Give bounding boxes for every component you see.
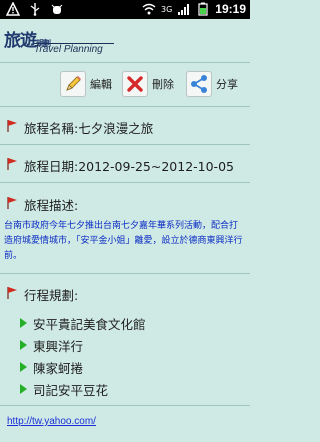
trip-name: 旅程名稱:七夕浪漫之旅: [24, 121, 154, 136]
battery-icon: [198, 2, 208, 16]
debug-icon: [51, 4, 63, 14]
flag-icon: [7, 120, 17, 132]
app-header: 旅遊規劃 Travel Planning: [0, 19, 250, 63]
flag-icon: [7, 197, 17, 209]
clock: 19:19: [215, 2, 246, 16]
edit-label: 編輯: [90, 78, 112, 91]
bullet-triangle-icon: [20, 340, 27, 350]
trip-description-section: 旅程描述: 台南市政府今年七夕推出台南七夕嘉年華系列活動，配合打造府城愛情城市，…: [0, 183, 250, 274]
trip-date: 旅程日期:2012-09-25~2012-10-05: [24, 159, 234, 174]
plan-item-label: 司記安平豆花: [33, 382, 109, 398]
status-left-icons: [6, 2, 64, 16]
status-right-icons: 3G 19:19: [142, 2, 246, 16]
trip-plan-section: 行程規劃: 安平貴記美食文化館 東興洋行 陳家蚵捲 司記安平豆花: [0, 274, 250, 406]
logo-title-big: 旅遊: [4, 31, 37, 51]
status-bar: 3G 19:19: [0, 0, 250, 19]
signal-icon: [178, 4, 190, 15]
trip-date-section: 旅程日期:2012-09-25~2012-10-05: [0, 145, 250, 183]
plan-item[interactable]: 司記安平豆花: [20, 378, 146, 400]
bullet-triangle-icon: [20, 318, 27, 328]
plan-item-label: 陳家蚵捲: [33, 360, 84, 376]
delete-button[interactable]: 刪除: [122, 69, 174, 99]
edit-button[interactable]: 編輯: [60, 69, 112, 99]
trip-name-section: 旅程名稱:七夕浪漫之旅: [0, 107, 250, 145]
trip-description-label: 旅程描述:: [24, 198, 79, 213]
bullet-triangle-icon: [20, 362, 27, 372]
plan-list: 安平貴記美食文化館 東興洋行 陳家蚵捲 司記安平豆花: [20, 312, 146, 400]
plan-item[interactable]: 陳家蚵捲: [20, 356, 146, 378]
plan-item-label: 安平貴記美食文化館: [33, 316, 146, 332]
pencil-icon: [60, 71, 86, 97]
footer-link[interactable]: http://tw.yahoo.com/: [7, 416, 96, 427]
plan-item[interactable]: 東興洋行: [20, 334, 146, 356]
logo-english: Travel Planning: [34, 44, 103, 55]
flag-icon: [7, 158, 17, 170]
trip-description-text: 台南市政府今年七夕推出台南七夕嘉年華系列活動，配合打造府城愛情城市，「安平金小姐…: [4, 221, 243, 261]
app-logo: 旅遊規劃 Travel Planning: [4, 26, 124, 58]
delete-label: 刪除: [152, 78, 174, 91]
network-type: 3G: [161, 4, 173, 14]
share-button[interactable]: 分享: [186, 69, 238, 99]
wifi-icon: [142, 3, 156, 15]
bullet-triangle-icon: [20, 384, 27, 394]
plan-item[interactable]: 安平貴記美食文化館: [20, 312, 146, 334]
share-icon: [186, 71, 212, 97]
trip-plan-label: 行程規劃:: [24, 288, 79, 303]
delete-x-icon: [122, 71, 148, 97]
plan-item-label: 東興洋行: [33, 338, 84, 354]
usb-icon: [30, 3, 40, 16]
flag-icon: [7, 287, 17, 299]
action-toolbar: 編輯 刪除 分享: [0, 63, 250, 107]
alert-icon: [6, 2, 20, 16]
share-label: 分享: [216, 78, 238, 91]
